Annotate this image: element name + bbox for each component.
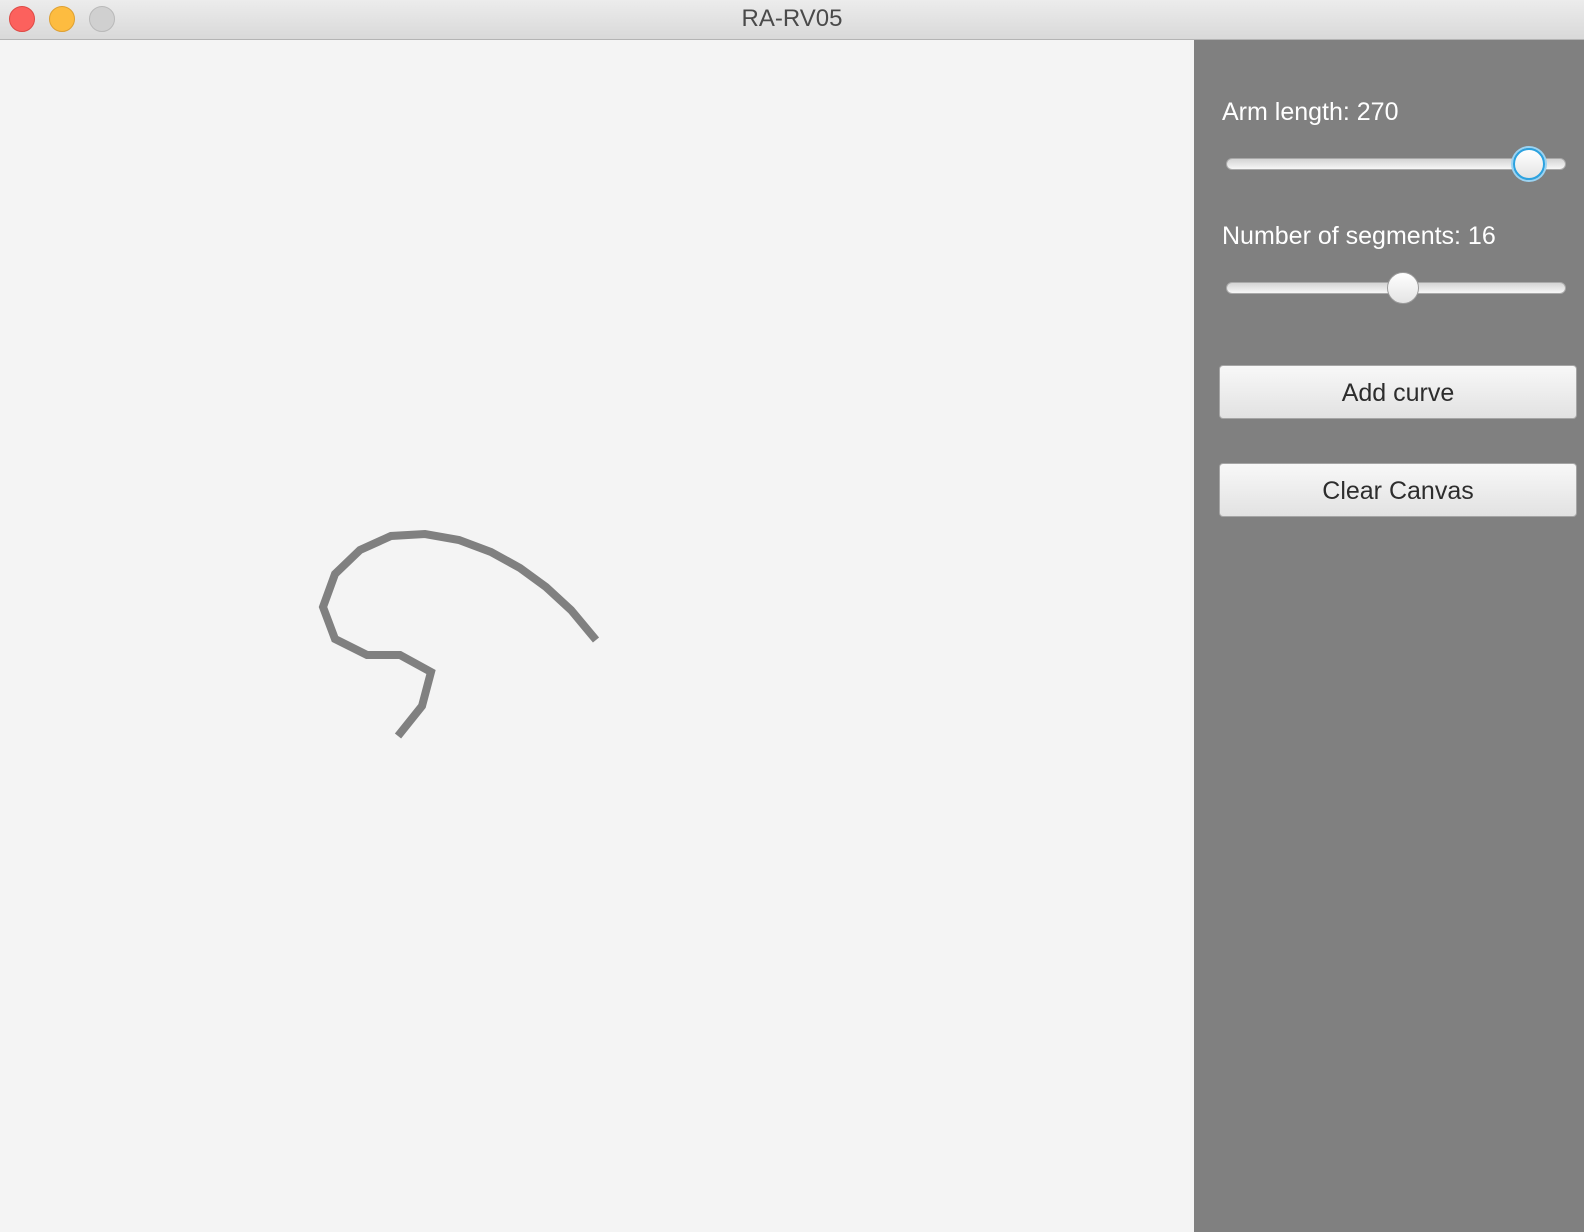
arm-length-slider-thumb[interactable] <box>1512 148 1545 180</box>
add-curve-button[interactable]: Add curve <box>1219 365 1577 419</box>
segments-label: Number of segments: 16 <box>1222 222 1496 250</box>
curve-joint <box>363 651 371 659</box>
curve-joint <box>567 606 575 614</box>
arm-length-label: Arm length: 270 <box>1222 98 1399 126</box>
segments-slider[interactable] <box>1226 270 1566 306</box>
robot-arm-curve <box>318 529 600 739</box>
curve-joint <box>421 530 429 538</box>
curve-joint <box>356 546 364 554</box>
curve-joint <box>331 635 339 643</box>
segments-slider-thumb[interactable] <box>1386 272 1419 304</box>
curve-joint <box>396 651 404 659</box>
curve-joint <box>331 570 339 578</box>
curve-joint <box>418 702 426 710</box>
curve-svg <box>318 529 600 739</box>
title-bar: RA-RV05 <box>0 0 1584 40</box>
curve-joint <box>319 603 327 611</box>
curve-joint <box>487 548 495 556</box>
window-title: RA-RV05 <box>741 5 843 32</box>
arm-length-slider[interactable] <box>1226 146 1566 182</box>
curve-joint <box>542 583 550 591</box>
curve-joint <box>455 536 463 544</box>
curve-joint <box>516 564 524 572</box>
clear-canvas-button[interactable]: Clear Canvas <box>1219 463 1577 517</box>
control-panel: Arm length: 270 Number of segments: 16 A… <box>1194 40 1584 1232</box>
drawing-canvas[interactable] <box>0 40 1194 1232</box>
curve-joint <box>387 532 395 540</box>
curve-joint <box>427 668 435 676</box>
